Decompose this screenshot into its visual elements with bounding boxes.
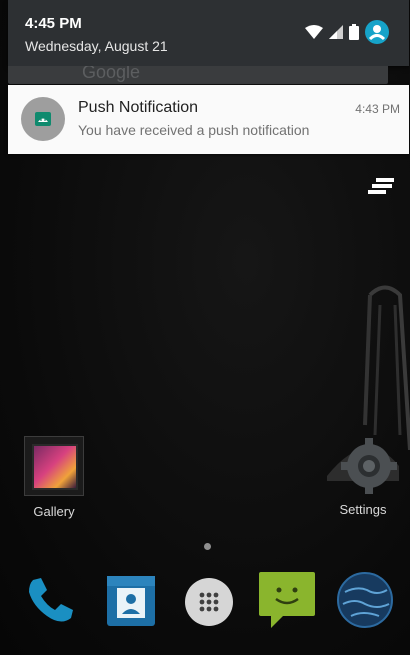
notification-text: You have received a push notification (78, 122, 310, 138)
settings-gear-icon (327, 438, 399, 494)
messaging-icon[interactable] (259, 572, 315, 628)
page-indicator (204, 543, 211, 550)
gallery-icon (24, 436, 84, 496)
status-time: 4:45 PM (25, 15, 82, 32)
signal-icon (329, 25, 343, 39)
user-avatar-icon[interactable] (365, 20, 389, 44)
status-icons (305, 20, 389, 44)
settings-label: Settings (339, 502, 387, 517)
settings-app[interactable]: Settings (318, 436, 408, 517)
gallery-app[interactable]: Gallery (22, 436, 86, 519)
phone-icon[interactable] (21, 572, 77, 628)
wifi-icon (305, 25, 323, 39)
app-drawer-icon[interactable] (181, 572, 237, 628)
home-screen: 4:45 PM Wednesday, August 21 Google Push… (0, 0, 410, 655)
clear-all-icon[interactable] (368, 176, 398, 196)
google-search-label: Google (82, 66, 141, 82)
notification-shade-header: 4:45 PM Wednesday, August 21 (8, 0, 409, 66)
wallpaper-decoration (363, 285, 410, 450)
battery-icon (349, 24, 359, 40)
google-search-bar[interactable]: Google (8, 66, 388, 84)
android-icon (21, 97, 65, 141)
push-notification-card[interactable]: Push Notification You have received a pu… (8, 85, 409, 154)
status-date[interactable]: Wednesday, August 21 (25, 38, 168, 54)
contacts-icon[interactable] (103, 572, 159, 628)
browser-globe-icon[interactable] (337, 572, 393, 628)
notification-time: 4:43 PM (355, 102, 400, 116)
gallery-label: Gallery (33, 504, 75, 519)
notification-title: Push Notification (78, 99, 199, 116)
